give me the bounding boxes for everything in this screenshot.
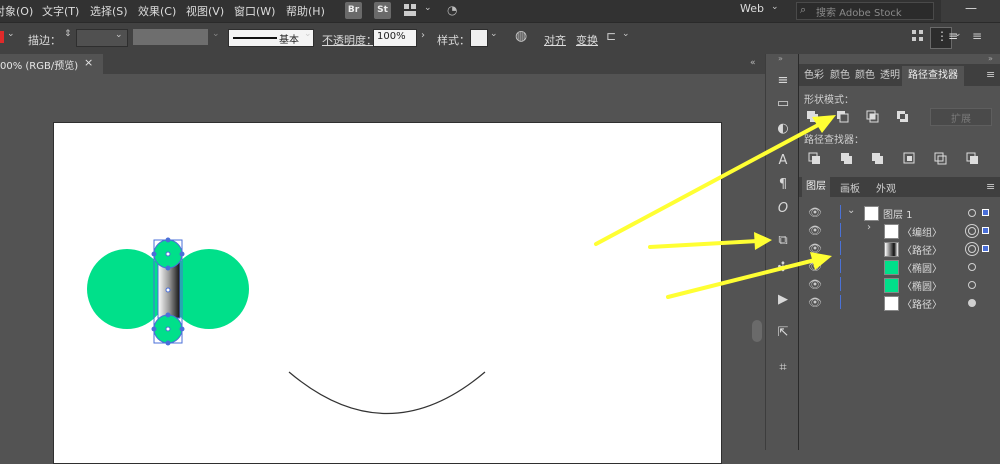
selection-indicator[interactable] — [982, 209, 989, 216]
layer-thumbnail — [864, 206, 879, 221]
shape-modes-buttons — [807, 110, 908, 123]
visibility-eye-icon[interactable]: 👁 — [808, 296, 822, 309]
group-thumbnail — [884, 224, 899, 239]
layer-color-bar — [840, 277, 841, 291]
layer-color-bar — [840, 259, 841, 273]
tab-color-guide[interactable]: 色彩 — [804, 66, 824, 86]
intersect-icon[interactable] — [866, 110, 879, 123]
target-circle-icon[interactable] — [968, 245, 976, 253]
selection-indicator[interactable] — [982, 245, 989, 252]
appearance-panel-icon[interactable]: ◐ — [774, 120, 792, 138]
layer-color-bar — [840, 205, 841, 219]
arc-thumbnail — [884, 296, 899, 311]
expand-label: 扩展 — [951, 114, 971, 125]
target-circle-icon[interactable] — [968, 209, 976, 217]
selection-indicator[interactable] — [982, 227, 989, 234]
properties-panel-icon[interactable]: ≡ — [774, 72, 792, 90]
tab-swatches[interactable]: 颜色 — [855, 66, 875, 86]
left-ellipse[interactable] — [87, 249, 167, 329]
artboards-panel-icon[interactable]: ⌗ — [774, 359, 792, 377]
panel-menu-icon[interactable]: ≡ — [986, 180, 995, 193]
tab-artboards[interactable]: 画板 — [840, 180, 860, 195]
character-panel-icon[interactable]: A — [774, 152, 792, 170]
opentype-panel-icon[interactable]: O — [774, 200, 792, 218]
layer-color-bar — [840, 241, 841, 255]
tab-pathfinder[interactable]: 路径查找器 — [902, 66, 964, 86]
target-circle-icon[interactable] — [968, 299, 976, 307]
exclude-icon[interactable] — [897, 111, 908, 122]
unite-icon[interactable] — [807, 111, 818, 122]
tab-transparency[interactable]: 透明 — [880, 66, 900, 86]
crop-icon[interactable] — [903, 152, 915, 164]
vertical-scrollbar[interactable] — [752, 320, 762, 342]
pathfinder-panel-icon[interactable]: ⧉ — [774, 232, 792, 250]
collapse-arrows-icon[interactable]: » — [988, 54, 993, 63]
gradient-panel-icon[interactable]: ▭ — [774, 95, 792, 113]
tab-appearance[interactable]: 外观 — [876, 180, 896, 195]
chevron-down-icon[interactable]: ⌄ — [847, 205, 855, 216]
layer-name[interactable]: 〈路径〉 — [902, 242, 942, 257]
tab-color[interactable]: 颜色 — [830, 66, 850, 86]
visibility-eye-icon[interactable]: 👁 — [808, 242, 822, 255]
visibility-eye-icon[interactable]: 👁 — [808, 206, 822, 219]
layer-color-bar — [840, 223, 841, 237]
layer-color-bar — [840, 295, 841, 309]
collapse-arrows-icon[interactable]: » — [778, 54, 783, 63]
target-circle-icon[interactable] — [968, 227, 976, 235]
chevron-right-icon[interactable]: › — [867, 222, 871, 233]
export-panel-icon[interactable]: ⇱ — [774, 324, 792, 342]
minus-front-icon[interactable] — [837, 111, 849, 123]
target-circle-icon[interactable] — [968, 263, 976, 271]
visibility-eye-icon[interactable]: 👁 — [808, 224, 822, 237]
outline-icon[interactable] — [934, 152, 947, 165]
actions-panel-icon[interactable]: ▶ — [774, 291, 792, 309]
right-ellipse[interactable] — [169, 249, 249, 329]
pathfinders-label: 路径查找器： — [804, 135, 864, 146]
paragraph-panel-icon[interactable]: ¶ — [774, 176, 792, 194]
target-circle-icon[interactable] — [968, 281, 976, 289]
trim-icon[interactable] — [841, 153, 852, 164]
minus-back-icon[interactable] — [966, 152, 978, 164]
visibility-eye-icon[interactable]: 👁 — [808, 278, 822, 291]
expand-button[interactable]: 扩展 — [930, 108, 992, 126]
path-thumbnail — [884, 242, 899, 257]
layer-name[interactable]: 图层 1 — [883, 206, 913, 221]
pathfinder-buttons — [808, 152, 978, 165]
layer-name[interactable]: 〈编组〉 — [902, 224, 942, 239]
smile-arc-path[interactable] — [288, 371, 486, 415]
layer-name[interactable]: 〈椭圆〉 — [902, 260, 942, 275]
ellipse-thumbnail — [884, 278, 899, 293]
panel-menu-icon[interactable]: ≡ — [986, 68, 995, 81]
layer-name[interactable]: 〈椭圆〉 — [902, 278, 942, 293]
visibility-eye-icon[interactable]: 👁 — [808, 260, 822, 273]
tab-layers[interactable]: 图层 — [802, 177, 830, 197]
merge-icon[interactable] — [872, 153, 883, 164]
panel-icon-strip: » ≡ ▭ ◐ A ¶ O ⧉ ✣ ▶ ⇱ ⌗ — [765, 54, 798, 450]
shape-modes-label: 形状模式： — [804, 95, 854, 106]
ellipse-thumbnail — [884, 260, 899, 275]
divide-icon[interactable] — [808, 152, 820, 164]
layer-name[interactable]: 〈路径〉 — [902, 296, 942, 311]
symbols-panel-icon[interactable]: ✣ — [774, 259, 792, 277]
